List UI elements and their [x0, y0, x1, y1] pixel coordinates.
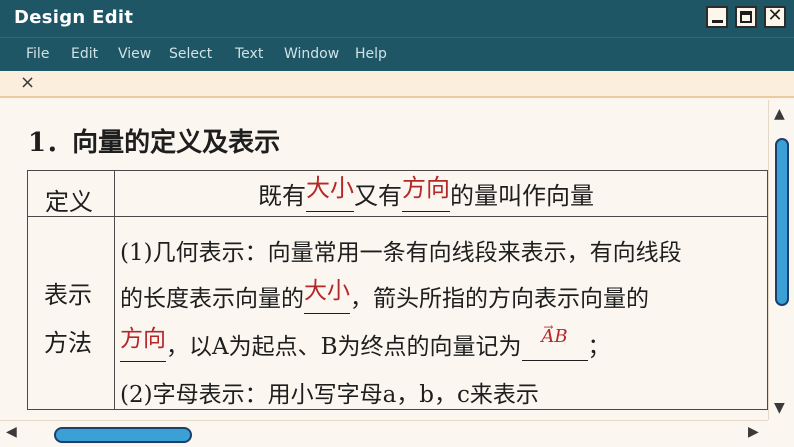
tab-bar: ×	[0, 71, 794, 98]
document-canvas: 1．向量的定义及表示 定义 既有大小又有方向的量叫作向量 表示 方法 (1)几何…	[0, 100, 768, 420]
definition-middle: 又有	[354, 182, 402, 210]
menu-bar: File Edit View Select Text Window Help	[0, 37, 794, 71]
representation-line-4: (2)字母表示：用小写字母a，b，c来表示	[120, 375, 539, 409]
scroll-up-icon[interactable]: ▲	[774, 106, 785, 122]
close-icon: ✕	[767, 5, 783, 26]
menu-select[interactable]: Select	[169, 46, 212, 62]
representation-label-line2: 方法	[44, 329, 92, 357]
definition-suffix: 的量叫作向量	[450, 182, 594, 210]
representation-line-3: 方向，以A为起点、B为终点的向量记为 → AB ；	[120, 320, 611, 362]
minimize-button[interactable]	[706, 6, 728, 28]
menu-text[interactable]: Text	[235, 46, 263, 62]
vertical-scrollbar[interactable]: ▲ ▼	[768, 100, 794, 420]
representation-line-1-text: (1)几何表示：向量常用一条有向线段来表示，有向线段	[120, 240, 682, 266]
representation-label-line1: 表示	[44, 281, 92, 309]
answer-magnitude: 大小	[306, 174, 354, 202]
line2-prefix: 的长度表示向量的	[120, 286, 304, 312]
table-row-definition: 定义 既有大小又有方向的量叫作向量	[28, 171, 767, 217]
scroll-down-icon[interactable]: ▼	[774, 400, 785, 416]
line3-end: ；	[587, 334, 611, 360]
definition-text: 既有大小又有方向的量叫作向量	[258, 174, 594, 212]
minimize-icon	[712, 20, 723, 23]
scroll-left-icon[interactable]: ◀	[6, 424, 17, 440]
definition-prefix: 既有	[258, 182, 306, 210]
representation-line-1: (1)几何表示：向量常用一条有向线段来表示，有向线段	[120, 233, 682, 267]
menu-file[interactable]: File	[26, 46, 49, 62]
close-button[interactable]: ✕	[764, 5, 786, 28]
representation-line-2: 的长度表示向量的大小，箭头所指的方向表示向量的	[120, 278, 649, 314]
vector-ab: → AB	[541, 320, 567, 347]
definition-label: 定义	[45, 188, 93, 216]
maximize-icon	[740, 11, 752, 23]
horizontal-scrollbar[interactable]: ◀ ▶	[0, 420, 794, 447]
title-bar: Design Edit ✕	[0, 0, 794, 37]
window-title: Design Edit	[14, 7, 134, 28]
blank-3: 大小	[304, 278, 350, 314]
menu-help[interactable]: Help	[355, 46, 387, 62]
menu-view[interactable]: View	[118, 46, 151, 62]
blank-1: 大小	[306, 174, 354, 212]
menu-window[interactable]: Window	[284, 46, 339, 62]
section-heading: 1．向量的定义及表示	[28, 128, 281, 158]
answer-direction: 方向	[402, 174, 450, 202]
line3-middle: ，以A为起点、B为终点的向量记为	[166, 334, 522, 360]
representation-line-4-text: (2)字母表示：用小写字母a，b，c来表示	[120, 382, 539, 408]
answer-direction-2: 方向	[120, 326, 166, 352]
scroll-right-icon[interactable]: ▶	[748, 424, 759, 440]
scrollbar-corner	[768, 420, 794, 447]
blank-5: → AB	[521, 320, 588, 361]
vector-arrow-icon: →	[543, 320, 554, 334]
menu-edit[interactable]: Edit	[71, 46, 98, 62]
vertical-scroll-thumb[interactable]	[775, 138, 789, 306]
horizontal-scroll-thumb[interactable]	[54, 427, 192, 443]
line2-suffix: ，箭头所指的方向表示向量的	[350, 286, 649, 312]
blank-2: 方向	[402, 174, 450, 212]
tab-close-icon[interactable]: ×	[20, 72, 35, 93]
definition-table: 定义 既有大小又有方向的量叫作向量 表示 方法 (1)几何表示：向量常用一条有向…	[27, 170, 768, 410]
answer-magnitude-2: 大小	[304, 278, 350, 304]
maximize-button[interactable]	[735, 6, 757, 28]
blank-4: 方向	[120, 326, 166, 362]
